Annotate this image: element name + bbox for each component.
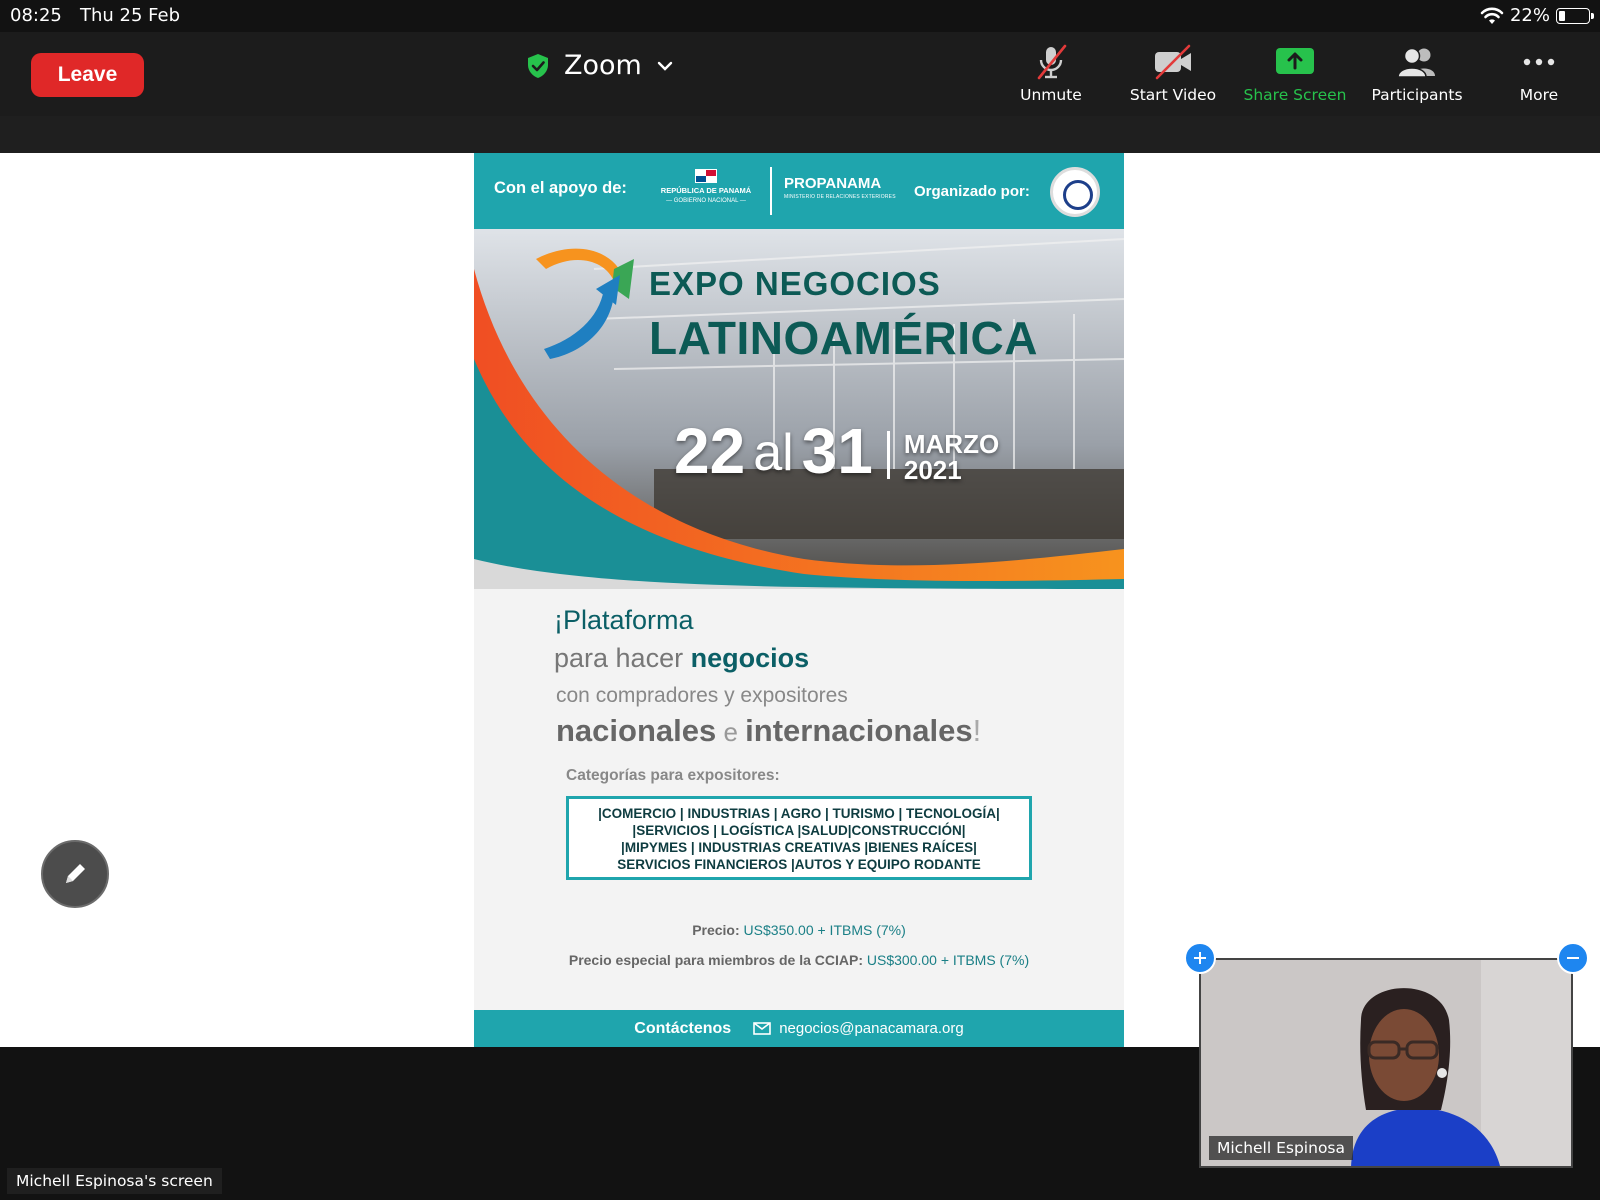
shield-check-icon [528, 53, 548, 78]
tagline-4-x: ! [972, 713, 982, 748]
panama-government-logo: REPÚBLICA DE PANAMÁ — GOBIERNO NACIONAL … [654, 169, 758, 206]
date-year: 2021 [903, 455, 962, 485]
start-video-button[interactable]: Start Video [1112, 44, 1234, 108]
expand-video-button[interactable] [1184, 942, 1216, 974]
pencil-icon [66, 864, 85, 883]
participants-button[interactable]: Participants [1356, 44, 1478, 108]
tagline-4-b: internacionales [745, 713, 973, 748]
zoom-meeting-window: 08:25 Thu 25 Feb 22% Leave Zoom Unmute S… [0, 0, 1600, 1200]
tagline-2-bold: negocios [690, 643, 810, 673]
propanama-sub: MINISTERIO DE RELACIONES EXTERIORES [784, 194, 896, 200]
status-time: 08:25 [10, 5, 62, 26]
minus-icon [1567, 957, 1579, 959]
categories-box: |COMERCIO | INDUSTRIAS | AGRO | TURISMO … [566, 796, 1032, 880]
start-video-label: Start Video [1129, 86, 1217, 104]
status-bar: 08:25 Thu 25 Feb 22% [0, 0, 1600, 32]
tagline-4-e: e [716, 717, 746, 747]
category-line: |MIPYMES | INDUSTRIAS CREATIVAS |BIENES … [621, 840, 977, 855]
title-line-1: EXPO NEGOCIOS [649, 265, 941, 302]
poster-header: Con el apoyo de: REPÚBLICA DE PANAMÁ — G… [474, 153, 1124, 229]
meeting-title-dropdown[interactable]: Zoom [526, 50, 674, 81]
participants-label: Participants [1371, 86, 1463, 104]
category-line: SERVICIOS FINANCIEROS |AUTOS Y EQUIPO RO… [617, 857, 981, 872]
meeting-title: Zoom [564, 50, 642, 81]
more-icon [1517, 44, 1561, 80]
date-month-year: MARZO 2021 [904, 431, 999, 483]
support-label: Con el apoyo de: [494, 179, 627, 197]
organized-label: Organizado por: [914, 183, 1030, 200]
chevron-down-icon [657, 61, 673, 71]
battery-fill [1559, 10, 1565, 21]
poster-body: ¡Plataforma para hacer negocios con comp… [474, 589, 1124, 999]
toolbar-actions: Unmute Start Video Share Screen Particip… [990, 44, 1600, 108]
contact-email: negocios@panacamara.org [753, 1020, 964, 1037]
participant-video[interactable]: Michell Espinosa [1199, 958, 1573, 1168]
annotate-button[interactable] [41, 840, 109, 908]
special-price-line: Precio especial para miembros de la CCIA… [474, 952, 1124, 968]
leave-button[interactable]: Leave [31, 53, 144, 97]
status-right: 22% [1480, 5, 1594, 26]
date-divider [886, 431, 890, 479]
propanama-logo: PROPANAMA MINISTERIO DE RELACIONES EXTER… [784, 175, 896, 200]
poster-footer: Contáctenos negocios@panacamara.org [474, 1010, 1124, 1047]
price-value: US$350.00 + ITBMS (7%) [743, 922, 906, 938]
gov-name: REPÚBLICA DE PANAMÁ [660, 186, 752, 195]
minimize-video-button[interactable] [1557, 942, 1589, 974]
unmute-button[interactable]: Unmute [990, 44, 1112, 108]
title-line-2: LATINOAMÉRICA [649, 312, 1038, 364]
more-label: More [1519, 86, 1559, 104]
panama-flag-icon [695, 169, 717, 183]
price-label: Precio: [692, 922, 740, 938]
share-screen-button[interactable]: Share Screen [1234, 44, 1356, 108]
battery-icon [1556, 7, 1594, 24]
contact-email-text: negocios@panacamara.org [779, 1020, 964, 1037]
meeting-toolbar: Leave Zoom Unmute Start Video Share Scre… [0, 32, 1600, 116]
participants-icon [1395, 44, 1439, 80]
share-screen-label: Share Screen [1243, 86, 1347, 104]
event-dates: 22 al 31 MARZO 2021 [674, 419, 999, 483]
battery-percent: 22% [1509, 5, 1550, 26]
video-off-icon [1151, 44, 1195, 80]
special-price-label: Precio especial para miembros de la CCIA… [568, 952, 863, 968]
shared-screen-label: Michell Espinosa's screen [7, 1168, 222, 1194]
status-date: Thu 25 Feb [80, 5, 181, 26]
date-end: 31 [801, 415, 873, 487]
wifi-icon [1480, 7, 1504, 24]
event-poster: Con el apoyo de: REPÚBLICA DE PANAMÁ — G… [474, 153, 1124, 1047]
chamber-seal-logo [1050, 167, 1100, 217]
mail-icon [753, 1022, 771, 1035]
tagline-4: nacionales e internacionales! [556, 713, 981, 749]
participant-name: Michell Espinosa [1209, 1136, 1353, 1160]
special-price-value: US$300.00 + ITBMS (7%) [866, 952, 1030, 968]
tagline-4-a: nacionales [556, 713, 717, 748]
contact-label: Contáctenos [634, 1019, 732, 1037]
logo-divider [770, 167, 772, 215]
mic-muted-icon [1029, 44, 1073, 80]
unmute-label: Unmute [1020, 86, 1082, 104]
gov-sub: — GOBIERNO NACIONAL — [666, 198, 746, 204]
price-line: Precio: US$350.00 + ITBMS (7%) [474, 922, 1124, 938]
more-button[interactable]: More [1478, 44, 1600, 108]
category-line: |COMERCIO | INDUSTRIAS | AGRO | TURISMO … [598, 806, 1000, 821]
date-al: al [753, 424, 794, 482]
tagline-1: ¡Plataforma [554, 605, 694, 635]
share-screen-icon [1273, 44, 1317, 80]
poster-hero: EXPO NEGOCIOS LATINOAMÉRICA 22 al 31 MAR… [474, 229, 1124, 589]
shared-screen[interactable]: Con el apoyo de: REPÚBLICA DE PANAMÁ — G… [0, 153, 1600, 1047]
tagline-2: para hacer negocios [554, 643, 809, 674]
category-line: |SERVICIOS | LOGÍSTICA |SALUD|CONSTRUCCI… [632, 823, 966, 838]
tagline-2-text: para hacer [554, 643, 691, 673]
propanama-name: PROPANAMA [784, 175, 882, 192]
plus-icon [1194, 952, 1206, 964]
toolbar-spacer [0, 116, 1600, 153]
categories-title: Categorías para expositores: [566, 767, 780, 784]
date-start: 22 [674, 415, 746, 487]
tagline-3: con compradores y expositores [556, 684, 848, 707]
